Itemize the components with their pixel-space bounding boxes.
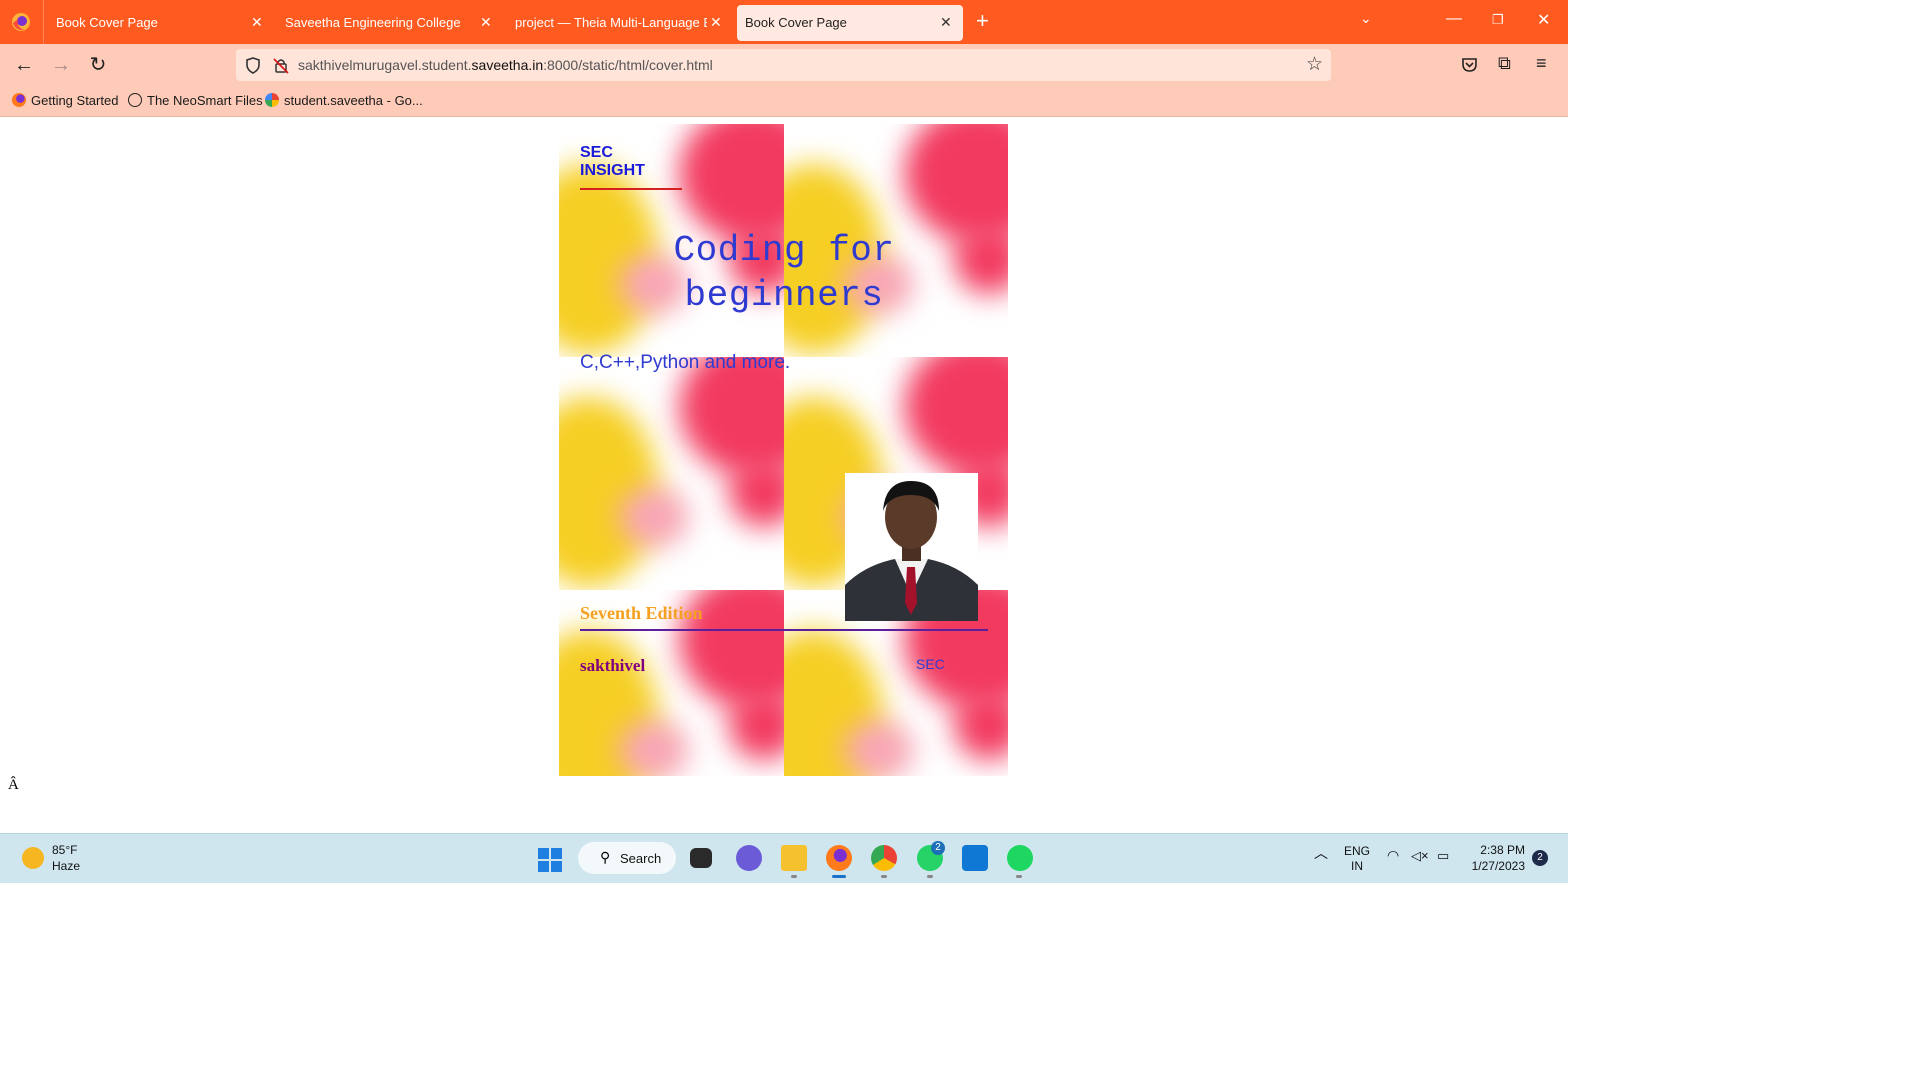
- windows-taskbar: 85°F Haze ⚲ Search 2 ︿ ENG IN ◠ ◁× ▭ 2:3…: [0, 833, 1568, 883]
- tab-book-cover-active[interactable]: Book Cover Page ✕: [737, 5, 963, 41]
- tab-label: Saveetha Engineering College: [285, 15, 461, 30]
- vscode-icon[interactable]: [962, 845, 988, 871]
- tab-saveetha[interactable]: Saveetha Engineering College ✕: [273, 0, 501, 44]
- window-close-icon[interactable]: ✕: [1537, 10, 1550, 30]
- shield-icon[interactable]: [245, 57, 261, 74]
- haze-sun-icon[interactable]: [22, 847, 44, 869]
- firefox-icon: [12, 93, 26, 107]
- reload-icon[interactable]: ↻: [86, 53, 110, 77]
- active-indicator: [832, 875, 846, 878]
- taskbar-search[interactable]: ⚲ Search: [578, 842, 676, 874]
- tab-label: Book Cover Page: [56, 15, 158, 30]
- author-name: sakthivel: [580, 656, 646, 675]
- navigation-toolbar: ← → ↻ sakthivelmurugavel.student.saveeth…: [0, 44, 1568, 86]
- insecure-lock-icon[interactable]: [273, 57, 289, 74]
- bookmarks-toolbar: Getting Started The NeoSmart Files stude…: [0, 86, 1568, 117]
- clock-date: 1/27/2023: [1471, 859, 1525, 873]
- url-text[interactable]: sakthivelmurugavel.student.saveetha.in:8…: [298, 57, 713, 73]
- url-domain: saveetha.in: [471, 57, 544, 73]
- tab-book-cover-1[interactable]: Book Cover Page ✕: [44, 0, 272, 44]
- show-hidden-icons-chevron-icon[interactable]: ︿: [1314, 846, 1328, 861]
- language-indicator[interactable]: ENG IN: [1344, 844, 1370, 874]
- book-title-line-2: beginners: [684, 275, 884, 316]
- search-label: Search: [620, 851, 662, 866]
- bookmark-label: The NeoSmart Files: [147, 93, 263, 108]
- search-icon: ⚲: [600, 849, 611, 865]
- restore-icon[interactable]: ❐: [1492, 12, 1504, 28]
- running-indicator: [791, 875, 797, 878]
- battery-icon[interactable]: ▭: [1437, 848, 1449, 863]
- close-icon[interactable]: ✕: [710, 14, 722, 31]
- close-icon[interactable]: ✕: [480, 14, 492, 31]
- back-arrow-icon[interactable]: ←: [12, 53, 36, 77]
- wifi-icon[interactable]: ◠: [1387, 848, 1399, 863]
- tab-theia-project[interactable]: project — Theia Multi-Language Ex ✕: [503, 0, 731, 44]
- clock[interactable]: 2:38 PM 1/27/2023: [1468, 842, 1525, 874]
- spotify-icon[interactable]: [1007, 845, 1033, 871]
- file-explorer-icon[interactable]: [781, 845, 807, 871]
- firefox-taskbar-icon[interactable]: [826, 845, 852, 871]
- clock-time: 2:38 PM: [1480, 843, 1525, 857]
- lang-line1: ENG: [1344, 844, 1371, 858]
- teams-chat-icon[interactable]: [736, 845, 762, 871]
- google-icon: [265, 93, 279, 107]
- volume-muted-icon[interactable]: ◁×: [1411, 848, 1429, 863]
- running-indicator: [1016, 875, 1022, 878]
- running-indicator: [927, 875, 933, 878]
- book-title-line-1: Coding for: [673, 230, 895, 271]
- bookmark-student-saveetha[interactable]: student.saveetha - Go...: [265, 93, 423, 108]
- close-icon[interactable]: ✕: [251, 14, 263, 31]
- firefox-menu-icon[interactable]: [10, 11, 32, 33]
- book-subtitle: C,C++,Python and more.: [580, 352, 791, 373]
- globe-icon: [128, 93, 142, 107]
- bookmark-label: Getting Started: [31, 93, 119, 108]
- bookmark-label: student.saveetha - Go...: [284, 93, 423, 108]
- address-bar[interactable]: sakthivelmurugavel.student.saveetha.in:8…: [236, 49, 1331, 81]
- notification-badge[interactable]: 2: [1532, 850, 1548, 866]
- new-tab-button[interactable]: +: [976, 10, 989, 32]
- stray-character: Â: [8, 777, 19, 793]
- tab-bar: Book Cover Page ✕ Saveetha Engineering C…: [0, 0, 1568, 44]
- book-cover: SEC INSIGHT Coding for beginners C,C++,P…: [559, 124, 1008, 776]
- close-icon[interactable]: ✕: [940, 14, 952, 31]
- forward-arrow-icon[interactable]: →: [49, 53, 73, 77]
- hamburger-menu-icon[interactable]: ≡: [1536, 53, 1547, 74]
- author-photo: [845, 473, 978, 621]
- weather-widget[interactable]: 85°F Haze: [52, 842, 80, 874]
- weather-temp: 85°F: [52, 843, 78, 857]
- url-suffix: :8000/static/html/cover.html: [543, 57, 713, 73]
- edition-divider: [580, 629, 988, 631]
- edition-label: Seventh Edition: [580, 603, 703, 623]
- url-prefix: sakthivelmurugavel.student.: [298, 57, 472, 73]
- running-indicator: [881, 875, 887, 878]
- bookmark-getting-started[interactable]: Getting Started: [12, 93, 118, 108]
- minimize-icon[interactable]: —: [1446, 10, 1462, 28]
- background-tile: [559, 357, 784, 590]
- bookmark-neosmart[interactable]: The NeoSmart Files: [128, 93, 263, 108]
- pocket-icon[interactable]: [1461, 57, 1478, 73]
- book-title: Coding for beginners: [599, 228, 969, 318]
- publisher-name: SEC: [916, 656, 945, 672]
- extensions-icon[interactable]: ⧉: [1498, 53, 1511, 74]
- tab-label: project — Theia Multi-Language Ex: [515, 15, 707, 30]
- list-all-tabs-icon[interactable]: ⌄: [1360, 10, 1372, 27]
- bookmark-star-icon[interactable]: ☆: [1306, 53, 1323, 76]
- task-view-icon[interactable]: [690, 848, 712, 868]
- chrome-icon[interactable]: [871, 845, 897, 871]
- whatsapp-badge: 2: [931, 841, 945, 855]
- author-portrait-image: [845, 473, 978, 621]
- series-label: SEC INSIGHT: [580, 144, 682, 190]
- lang-line2: IN: [1351, 859, 1363, 873]
- weather-desc: Haze: [52, 859, 81, 873]
- tab-label: Book Cover Page: [745, 15, 847, 30]
- windows-start-icon[interactable]: [538, 848, 562, 872]
